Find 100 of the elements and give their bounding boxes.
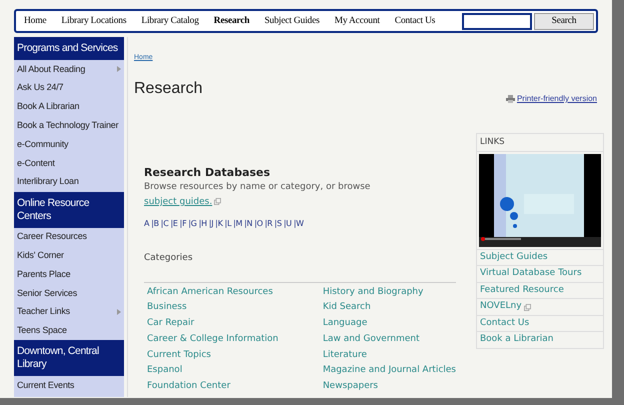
sidebar-item[interactable]: Teacher Links — [14, 302, 124, 322]
separator: | — [160, 218, 164, 230]
sidebar-heading: Programs and Services — [14, 37, 124, 60]
nav-link[interactable]: My Account — [334, 14, 380, 28]
category-link[interactable]: Car Repair — [147, 316, 323, 332]
sidebar-item[interactable]: All About Reading — [14, 60, 124, 79]
sidebar-item-label: Kids' Corner — [17, 249, 64, 262]
sidebar-item-label: Book A Librarian — [17, 100, 80, 114]
sidebar-item[interactable]: Teens Space — [14, 322, 124, 340]
letter-link[interactable]: C — [163, 218, 168, 230]
category-link[interactable]: Kid Search — [322, 300, 456, 316]
category-link[interactable]: Career & College Information — [147, 332, 323, 348]
sidebar-link[interactable]: Subject Guides — [480, 250, 548, 264]
letter-link[interactable]: G — [190, 218, 197, 230]
sidebar-link[interactable]: Featured Resource — [480, 284, 564, 298]
nav-link[interactable]: Library Locations — [61, 14, 126, 28]
sidebar-item-label: Parents Place — [17, 268, 70, 281]
search-field[interactable] — [462, 12, 532, 30]
sidebar-item[interactable]: Ask Us 24/7 — [14, 78, 124, 98]
sidebar-item[interactable]: e-Community — [14, 135, 124, 154]
sidebar-item-label: Interlibrary Loan — [17, 175, 79, 188]
nav-link[interactable]: Subject Guides — [264, 14, 320, 28]
submenu-arrow-icon — [117, 309, 121, 316]
submenu-arrow-icon — [117, 66, 121, 72]
letter-link[interactable]: H — [201, 218, 207, 230]
category-link[interactable]: Literature — [322, 348, 456, 364]
printer-friendly-link[interactable]: Printer-friendly version — [516, 93, 597, 105]
letter-link[interactable]: N — [246, 218, 252, 230]
sidebar-item-label: Current Events — [17, 379, 74, 392]
search-button[interactable]: Search — [534, 12, 594, 30]
intro-text: Browse resources by name or category, or browse — [144, 182, 370, 192]
sidebar-item-label: Ask Us 24/7 — [17, 81, 64, 94]
sidebar-heading: Downtown, Central Library — [14, 340, 124, 376]
separator: | — [233, 218, 236, 230]
separator: | — [274, 218, 277, 230]
letter-link[interactable]: A — [144, 218, 150, 230]
category-link[interactable]: Magazine and Journal Articles — [322, 363, 456, 380]
sidebar-item[interactable]: Interlibrary Loan — [14, 172, 124, 192]
sidebar-item-label: Career Resources — [17, 230, 87, 244]
page-title: Research — [134, 79, 204, 99]
sidebar-item[interactable]: Career Resources — [14, 228, 124, 246]
category-link[interactable]: History and Biography — [322, 284, 456, 300]
letter-link[interactable]: B — [154, 218, 159, 230]
sidebar-item[interactable]: Kids' Corner — [14, 246, 124, 266]
letter-link[interactable]: U — [286, 218, 292, 230]
external-link-icon — [214, 198, 222, 206]
nav-link[interactable]: Contact Us — [394, 14, 436, 28]
category-link[interactable]: Foundation Center — [147, 379, 323, 396]
category-link[interactable]: African American Resources — [147, 284, 323, 300]
nav-link[interactable]: Home — [24, 14, 46, 28]
separator: | — [208, 218, 212, 230]
nav-link[interactable]: Library Catalog — [141, 14, 199, 28]
separator: | — [151, 218, 154, 230]
category-link[interactable]: Law and Government — [322, 332, 456, 348]
sidebar-link[interactable]: Book a Librarian — [480, 333, 554, 347]
sidebar-item[interactable]: e-Content — [14, 154, 124, 173]
category-link[interactable]: Newspapers — [322, 379, 456, 396]
external-link-icon — [524, 304, 531, 310]
separator: | — [180, 218, 182, 230]
links-heading: LINKS — [477, 134, 603, 152]
separator: | — [254, 218, 257, 230]
sidebar-item[interactable]: Book a Technology Trainer — [14, 116, 124, 136]
category-link[interactable]: Language — [322, 316, 456, 332]
sidebar-item-label: Senior Services — [17, 286, 78, 300]
letter-link[interactable]: F — [182, 218, 186, 230]
categories-label: Categories — [144, 252, 194, 265]
letter-link[interactable]: M — [236, 218, 242, 230]
subject-guides-link[interactable]: subject guides. — [144, 197, 212, 207]
letter-link[interactable]: K — [218, 218, 223, 230]
sidebar-link[interactable]: NOVELny — [480, 300, 522, 314]
sidebar-link[interactable]: Contact Us — [480, 316, 530, 330]
letter-link[interactable]: R — [267, 218, 272, 230]
category-link[interactable]: Current Topics — [147, 348, 323, 364]
sidebar-heading: Online Resource Centers — [14, 192, 124, 228]
separator: | — [198, 218, 202, 230]
sidebar-link[interactable]: Virtual Database Tours — [480, 267, 582, 281]
letter-link[interactable]: L — [227, 218, 232, 230]
separator: | — [264, 218, 268, 230]
separator: | — [284, 218, 286, 230]
printer-icon — [506, 95, 515, 103]
sidebar-item[interactable]: Book A Librarian — [14, 98, 124, 116]
letter-link[interactable]: S — [276, 218, 282, 230]
separator: | — [244, 218, 247, 230]
sidebar-item[interactable]: Parents Place — [14, 265, 124, 284]
sidebar-item-label: e-Community — [17, 138, 68, 151]
separator: | — [294, 218, 296, 230]
sidebar-item[interactable]: Senior Services — [14, 284, 124, 303]
letter-link[interactable]: J — [211, 218, 214, 230]
nav-link[interactable]: Research — [214, 14, 250, 28]
sidebar-item[interactable]: Current Events — [14, 376, 124, 396]
sidebar-item-label: e-Content — [17, 156, 55, 170]
category-link[interactable]: Business — [147, 300, 323, 316]
sidebar-item-label: Teacher Links — [17, 305, 70, 318]
separator: | — [170, 218, 173, 230]
letter-link[interactable]: W — [296, 218, 304, 230]
letter-link[interactable]: E — [172, 218, 178, 230]
separator: | — [224, 218, 228, 230]
sidebar-item-label: Teens Space — [17, 324, 67, 338]
category-link[interactable]: Espanol — [147, 363, 323, 380]
letter-link[interactable]: O — [256, 218, 263, 230]
